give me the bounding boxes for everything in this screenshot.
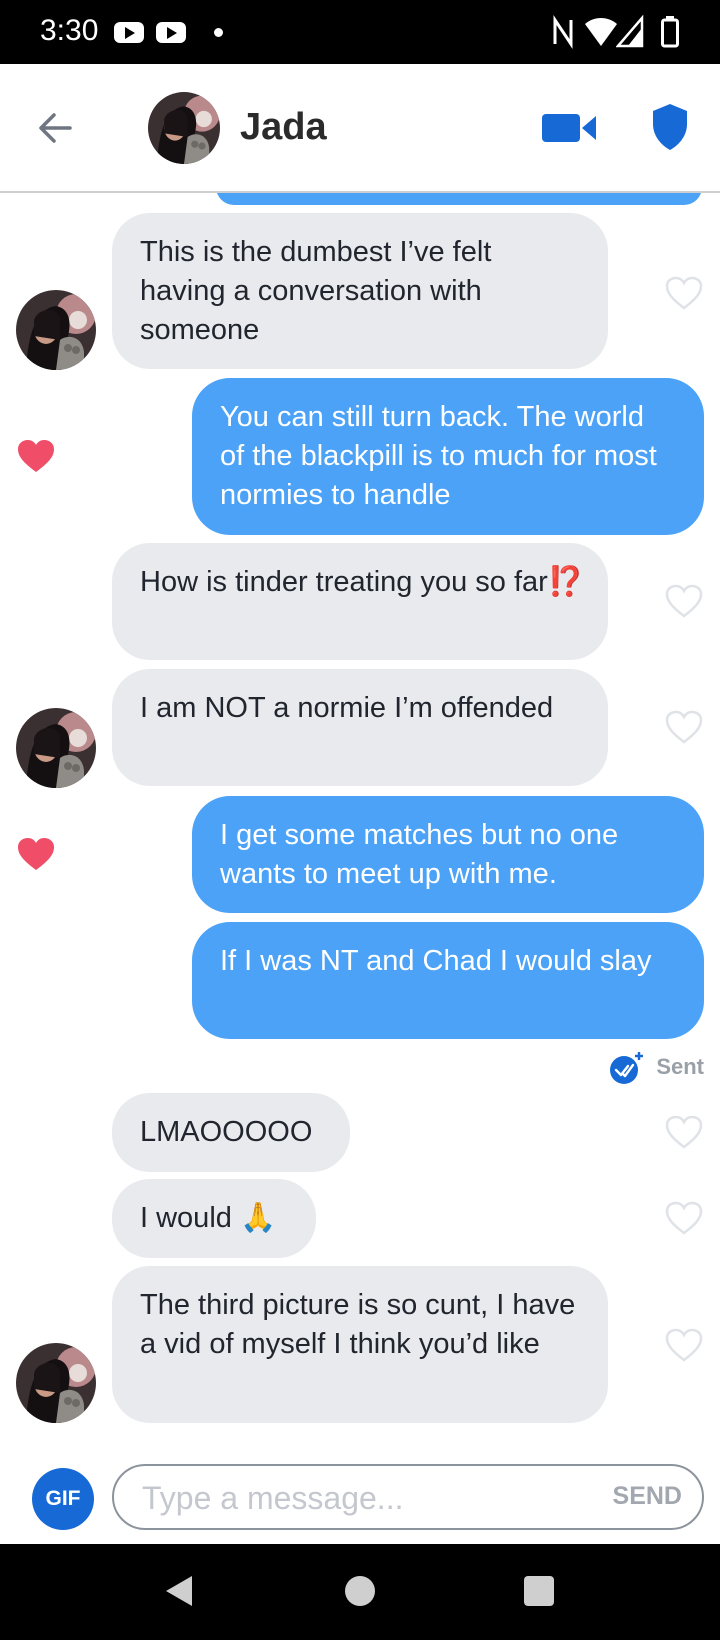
message-text: I am NOT a normie I’m offended xyxy=(140,692,554,724)
video-call-icon[interactable] xyxy=(540,108,600,148)
liked-heart-icon xyxy=(16,438,56,474)
message-bubble-outgoing[interactable]: If I was NT and Chad I would slay xyxy=(192,922,704,1039)
message-text: The third picture is so cunt, I have a v… xyxy=(140,1289,576,1360)
youtube-icon xyxy=(156,22,186,43)
message-input[interactable] xyxy=(142,1476,582,1520)
nav-home-icon[interactable] xyxy=(345,1576,375,1606)
sent-label: Sent xyxy=(656,1054,704,1079)
wifi-icon xyxy=(585,18,617,46)
like-heart-outline-icon[interactable] xyxy=(664,709,704,745)
message-text: I would xyxy=(140,1202,232,1234)
nav-back-icon[interactable] xyxy=(164,1574,194,1608)
like-heart-outline-icon[interactable] xyxy=(664,1114,704,1150)
message-bubble-outgoing[interactable]: You can still turn back. The world of th… xyxy=(192,378,704,535)
message-text: You can still turn back. The world of th… xyxy=(220,401,657,511)
status-time: 3:30 xyxy=(40,14,99,47)
like-heart-outline-icon[interactable] xyxy=(664,583,704,619)
avatar-photo xyxy=(16,1343,96,1423)
sender-avatar[interactable] xyxy=(16,1343,96,1423)
avatar-photo xyxy=(16,290,96,370)
sent-check-icon xyxy=(610,1052,643,1084)
like-heart-outline-icon[interactable] xyxy=(664,1200,704,1236)
folded-hands-emoji: 🙏 xyxy=(239,1202,277,1234)
match-name[interactable]: Jada xyxy=(240,106,327,149)
message-bubble-incoming[interactable]: The third picture is so cunt, I have a v… xyxy=(112,1266,608,1423)
chat-screen: 3:30 Jada This is the dumbest I’ve felt … xyxy=(0,0,720,1640)
exclamation-question-emoji: ⁉️ xyxy=(547,566,584,598)
liked-heart-icon xyxy=(16,836,56,872)
back-arrow-icon[interactable] xyxy=(36,106,76,150)
system-nav-bar xyxy=(0,1544,720,1640)
message-bubble-outgoing[interactable]: I get some matches but no one wants to m… xyxy=(192,796,704,913)
shield-icon[interactable] xyxy=(650,102,690,152)
message-field[interactable]: SEND xyxy=(112,1464,704,1530)
message-bubble-incoming[interactable]: This is the dumbest I’ve felt having a c… xyxy=(112,213,608,369)
message-text: If I was NT and Chad I would slay xyxy=(220,945,652,977)
message-text: I get some matches but no one wants to m… xyxy=(220,819,619,890)
sender-avatar[interactable] xyxy=(16,708,96,788)
more-notifications-icon xyxy=(214,28,223,37)
message-composer: GIF SEND xyxy=(0,1460,720,1544)
message-list[interactable]: This is the dumbest I’ve felt having a c… xyxy=(0,193,720,1460)
youtube-icon xyxy=(114,22,144,43)
message-bubble-incoming[interactable]: I would 🙏 xyxy=(112,1179,316,1258)
sent-status: Sent xyxy=(594,1050,704,1086)
message-text: This is the dumbest I’ve felt having a c… xyxy=(140,236,492,346)
battery-icon xyxy=(661,16,679,48)
message-bubble-incoming[interactable]: LMAOOOOO xyxy=(112,1093,350,1172)
avatar-photo xyxy=(16,708,96,788)
signal-icon xyxy=(616,14,644,48)
nav-recents-icon[interactable] xyxy=(524,1576,554,1606)
sender-avatar[interactable] xyxy=(16,290,96,370)
avatar-photo xyxy=(148,92,220,164)
status-bar: 3:30 xyxy=(0,0,720,64)
message-text: How is tinder treating you so far xyxy=(140,566,548,598)
gif-button[interactable]: GIF xyxy=(32,1468,94,1530)
send-button[interactable]: SEND xyxy=(613,1482,682,1511)
message-bubble-incoming[interactable]: I am NOT a normie I’m offended xyxy=(112,669,608,786)
like-heart-outline-icon[interactable] xyxy=(664,275,704,311)
like-heart-outline-icon[interactable] xyxy=(664,1327,704,1363)
message-bubble-incoming[interactable]: How is tinder treating you so far⁉️ xyxy=(112,543,608,660)
previous-message-peek xyxy=(216,193,702,205)
nfc-icon xyxy=(553,15,573,49)
match-avatar[interactable] xyxy=(148,92,220,164)
message-text: LMAOOOOO xyxy=(140,1116,313,1148)
chat-header: Jada xyxy=(0,64,720,193)
